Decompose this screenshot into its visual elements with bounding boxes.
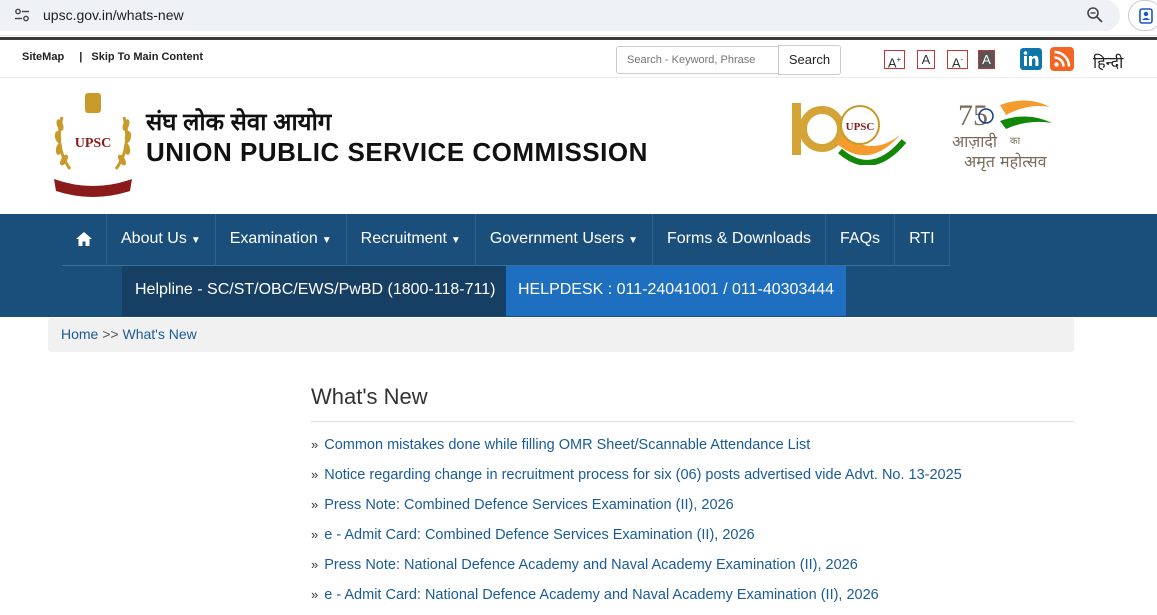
- news-link[interactable]: Press Note: National Defence Academy and…: [324, 557, 858, 573]
- separator: |: [79, 51, 83, 63]
- site-header: UPSC संघ लोक सेवा आयोग UNION PUBLIC SERV…: [0, 79, 1157, 214]
- list-item[interactable]: » Press Note: National Defence Academy an…: [311, 555, 962, 585]
- helpline-link[interactable]: Helpline - SC/ST/OBC/EWS/PwBD (1800-118-…: [122, 266, 509, 316]
- search-input[interactable]: [616, 46, 779, 74]
- sitemap-link[interactable]: SiteMap: [22, 51, 64, 63]
- bullet-icon: »: [311, 497, 319, 512]
- breadcrumb-current[interactable]: What's New: [123, 326, 197, 342]
- bullet-icon: »: [311, 467, 319, 482]
- nav-rti[interactable]: RTI: [895, 214, 950, 266]
- svg-text:अमृत महोत्सव: अमृत महोत्सव: [964, 152, 1048, 172]
- chevron-down-icon: ▼: [321, 235, 332, 246]
- list-item[interactable]: » Press Note: Combined Defence Services E…: [311, 495, 962, 525]
- language-toggle[interactable]: हिन्दी: [1093, 51, 1123, 73]
- list-item[interactable]: » e - Admit Card: Combined Defence Servic…: [311, 525, 962, 555]
- utility-bar: SiteMap | Skip To Main Content Search A+…: [0, 40, 1157, 78]
- zoom-icon[interactable]: [1086, 6, 1104, 24]
- site-settings-icon[interactable]: [14, 8, 30, 22]
- svg-text:UPSC: UPSC: [846, 121, 875, 133]
- hindi-title: संघ लोक सेवा आयोग: [146, 109, 332, 136]
- nav-about-us[interactable]: About Us ▼: [107, 214, 216, 266]
- title-divider: [311, 421, 1074, 422]
- svg-text:UPSC: UPSC: [75, 136, 112, 151]
- breadcrumb: Home >> What's New: [48, 318, 1074, 352]
- nav-government-users[interactable]: Government Users ▼: [476, 214, 653, 266]
- english-title: UNION PUBLIC SERVICE COMMISSION: [146, 137, 648, 167]
- high-contrast-button[interactable]: A: [978, 50, 995, 69]
- upsc-100-years-logo: UPSC: [792, 103, 907, 165]
- browser-address-bar: upsc.gov.in/whats-new: [0, 0, 1157, 36]
- rss-icon[interactable]: [1050, 47, 1074, 71]
- nav-home[interactable]: [62, 214, 107, 266]
- bullet-icon: »: [311, 557, 319, 572]
- chevron-down-icon: ▼: [628, 235, 638, 246]
- breadcrumb-separator: >>: [102, 326, 119, 342]
- profile-icon: [1139, 8, 1153, 24]
- font-decrease-button[interactable]: A-: [947, 50, 968, 70]
- svg-text:का: का: [1010, 136, 1021, 147]
- font-normal-button[interactable]: A: [917, 50, 935, 69]
- nav-forms-downloads[interactable]: Forms & Downloads: [653, 214, 827, 266]
- breadcrumb-home-link[interactable]: Home: [61, 326, 98, 342]
- news-link[interactable]: e - Admit Card: Combined Defence Service…: [324, 527, 754, 543]
- azadi-ka-amrit-mahotsav-logo: 75 आज़ादी का अमृत महोत्सव: [952, 99, 1052, 172]
- chevron-down-icon: ▼: [450, 235, 461, 246]
- bullet-icon: »: [311, 527, 319, 542]
- bullet-icon: »: [311, 437, 319, 452]
- skip-to-main-link[interactable]: Skip To Main Content: [91, 51, 203, 63]
- linkedin-icon[interactable]: [1020, 48, 1042, 70]
- news-link[interactable]: Common mistakes done while filling OMR S…: [324, 437, 810, 453]
- svg-text:आज़ादी: आज़ादी: [952, 132, 998, 151]
- news-link[interactable]: Press Note: Combined Defence Services Ex…: [324, 497, 733, 513]
- list-item[interactable]: » Notice regarding change in recruitment …: [311, 465, 962, 495]
- helpdesk-link[interactable]: HELPDESK : 011-24041001 / 011-40303444: [506, 266, 846, 316]
- font-increase-button[interactable]: A+: [884, 50, 905, 70]
- url-field[interactable]: upsc.gov.in/whats-new: [0, 0, 1120, 31]
- page-title: What's New: [311, 384, 428, 409]
- news-link[interactable]: Notice regarding change in recruitment p…: [324, 467, 962, 483]
- url-text[interactable]: upsc.gov.in/whats-new: [43, 7, 184, 23]
- news-link[interactable]: e - Admit Card: National Defence Academy…: [324, 587, 879, 603]
- upsc-emblem-logo[interactable]: UPSC: [50, 89, 136, 197]
- search-button[interactable]: Search: [778, 45, 841, 75]
- list-item[interactable]: » e - Admit Card: National Defence Academ…: [311, 585, 962, 615]
- bullet-icon: »: [311, 587, 319, 602]
- profile-button[interactable]: [1128, 0, 1157, 31]
- main-navigation: About Us ▼ Examination ▼ Recruitment ▼ Gove…: [0, 214, 1157, 317]
- whats-new-list: » Common mistakes done while filling OMR …: [311, 435, 962, 615]
- list-item[interactable]: » Common mistakes done while filling OMR …: [311, 435, 962, 465]
- nav-recruitment[interactable]: Recruitment ▼: [347, 214, 476, 266]
- svg-text:75: 75: [958, 99, 988, 132]
- nav-examination[interactable]: Examination ▼: [216, 214, 347, 266]
- home-icon: [76, 231, 92, 246]
- chevron-down-icon: ▼: [190, 235, 201, 246]
- nav-faqs[interactable]: FAQs: [826, 214, 896, 266]
